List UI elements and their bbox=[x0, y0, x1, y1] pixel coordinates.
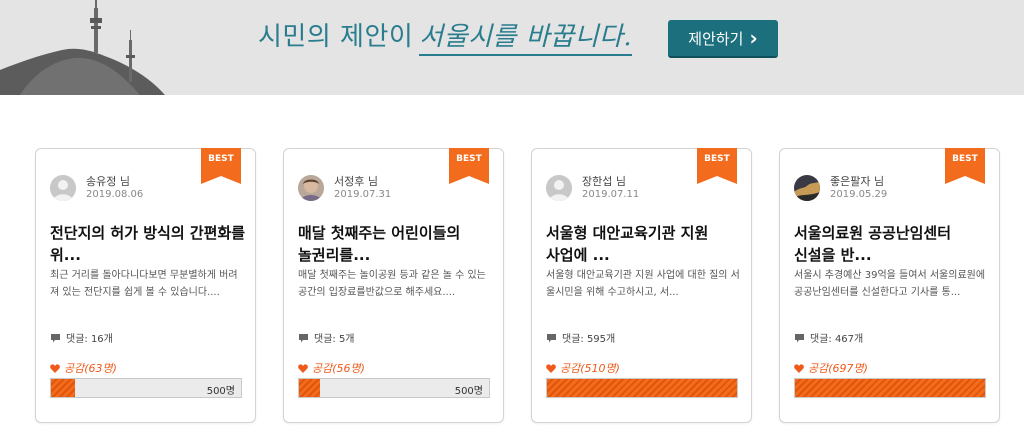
author-name: 서정후 님 bbox=[334, 175, 378, 188]
heart-icon bbox=[546, 363, 556, 373]
heart-icon bbox=[794, 363, 804, 373]
speech-bubble-icon bbox=[547, 333, 556, 342]
comment-count-label: 댓글: 467개 bbox=[810, 334, 864, 345]
author-name: 장한섭 님 bbox=[582, 175, 626, 188]
proposal-excerpt: 매달 첫째주는 놀이공원 등과 같은 놀 수 있는 공간의 입장료를반값으로 해… bbox=[298, 270, 486, 298]
author-name: 좋은팔자 님 bbox=[830, 175, 885, 188]
comment-count: 댓글: 467개 bbox=[794, 330, 863, 345]
proposal-excerpt: 서울형 대안교육기관 지원 사업에 대한 질의 서울시민을 위해 수고하시고, … bbox=[546, 270, 740, 298]
like-progress-bar bbox=[794, 378, 986, 398]
comment-count-label: 댓글: 595개 bbox=[562, 334, 616, 345]
best-badge-label: BEST bbox=[456, 154, 482, 164]
like-target-label: 500명 bbox=[454, 386, 483, 397]
chevron-right-icon: › bbox=[749, 26, 758, 50]
comment-count-label: 댓글: 5개 bbox=[314, 334, 355, 345]
comment-count: 댓글: 5개 bbox=[298, 330, 355, 345]
author-name: 송유정 님 bbox=[86, 175, 130, 188]
like-count-label: 공감(56명) bbox=[312, 362, 365, 375]
proposal-title[interactable]: 전단지의 허가 방식의 간편화를 위... bbox=[50, 222, 246, 266]
comment-count: 댓글: 595개 bbox=[546, 330, 615, 345]
proposal-card[interactable]: BEST 송유정 님 2019.08.06 전단지의 허가 방식의 간편화를 위… bbox=[35, 148, 256, 423]
like-count-label: 공감(510명) bbox=[560, 362, 620, 375]
propose-button[interactable]: 제안하기 › bbox=[668, 20, 778, 58]
best-badge-label: BEST bbox=[208, 154, 234, 164]
proposal-card[interactable]: BEST 장한섭 님 2019.07.11 서울형 대안교육기관 지원 사업에 … bbox=[531, 148, 752, 423]
like-progress-bar: 500명 bbox=[50, 378, 242, 398]
like-progress-bar: 500명 bbox=[298, 378, 490, 398]
proposal-card[interactable]: BEST 서정후 님 2019.07.31 매달 첫째주는 어린이들의 놀권리를… bbox=[283, 148, 504, 423]
proposal-excerpt: 최근 거리를 돌아다니다보면 무분별하게 버려져 있는 전단지를 쉽게 볼 수 … bbox=[50, 270, 238, 298]
speech-bubble-icon bbox=[299, 333, 308, 342]
comment-count: 댓글: 16개 bbox=[50, 330, 113, 345]
like-progress-fill bbox=[795, 379, 985, 397]
like-progress-fill bbox=[299, 379, 321, 397]
heart-icon bbox=[50, 363, 60, 373]
like-count: 공감(510명) bbox=[546, 360, 620, 376]
post-date: 2019.07.31 bbox=[334, 189, 392, 200]
best-badge: BEST bbox=[697, 148, 737, 184]
best-badge: BEST bbox=[201, 148, 241, 184]
post-date: 2019.08.06 bbox=[86, 189, 144, 200]
like-count-label: 공감(63명) bbox=[64, 362, 117, 375]
speech-bubble-icon bbox=[795, 333, 804, 342]
heart-icon bbox=[298, 363, 308, 373]
default-avatar-icon bbox=[50, 175, 76, 201]
like-target-label: 500명 bbox=[206, 386, 235, 397]
banner-slogan: 시민의 제안이 서울시를 바꿉니다. bbox=[258, 16, 633, 56]
like-progress-bar bbox=[546, 378, 738, 398]
photo-avatar-icon bbox=[794, 175, 820, 201]
slogan-main: 시민의 제안이 bbox=[258, 22, 414, 52]
post-date: 2019.05.29 bbox=[830, 189, 888, 200]
like-progress-fill bbox=[547, 379, 737, 397]
best-badge: BEST bbox=[945, 148, 985, 184]
proposal-title[interactable]: 서울의료원 공공난임센터 신설을 반... bbox=[794, 222, 990, 266]
best-badge-label: BEST bbox=[704, 154, 730, 164]
slogan-emphasis: 서울시를 바꿉니다. bbox=[419, 22, 633, 56]
like-count: 공감(697명) bbox=[794, 360, 868, 376]
comment-count-label: 댓글: 16개 bbox=[66, 334, 113, 345]
like-count-label: 공감(697명) bbox=[808, 362, 868, 375]
proposal-title[interactable]: 서울형 대안교육기관 지원 사업에 ... bbox=[546, 222, 742, 266]
default-avatar-icon bbox=[546, 175, 572, 201]
top-banner: 시민의 제안이 서울시를 바꿉니다. 제안하기 › bbox=[0, 0, 1024, 95]
namsan-tower-illustration bbox=[0, 0, 165, 95]
best-badge: BEST bbox=[449, 148, 489, 184]
best-badge-label: BEST bbox=[952, 154, 978, 164]
like-count: 공감(56명) bbox=[298, 360, 365, 376]
proposal-title[interactable]: 매달 첫째주는 어린이들의 놀권리를... bbox=[298, 222, 494, 266]
proposal-card[interactable]: BEST 좋은팔자 님 2019.05.29 서울의료원 공공난임센터 신설을 … bbox=[779, 148, 1000, 423]
propose-button-label: 제안하기 bbox=[688, 29, 744, 48]
proposal-excerpt: 서울시 추경예산 39억을 들여서 서울의료원에 공공난임센터를 신설한다고 기… bbox=[794, 270, 986, 298]
like-progress-fill bbox=[51, 379, 75, 397]
post-date: 2019.07.11 bbox=[582, 189, 640, 200]
like-count: 공감(63명) bbox=[50, 360, 117, 376]
speech-bubble-icon bbox=[51, 333, 60, 342]
photo-avatar-icon bbox=[298, 175, 324, 201]
